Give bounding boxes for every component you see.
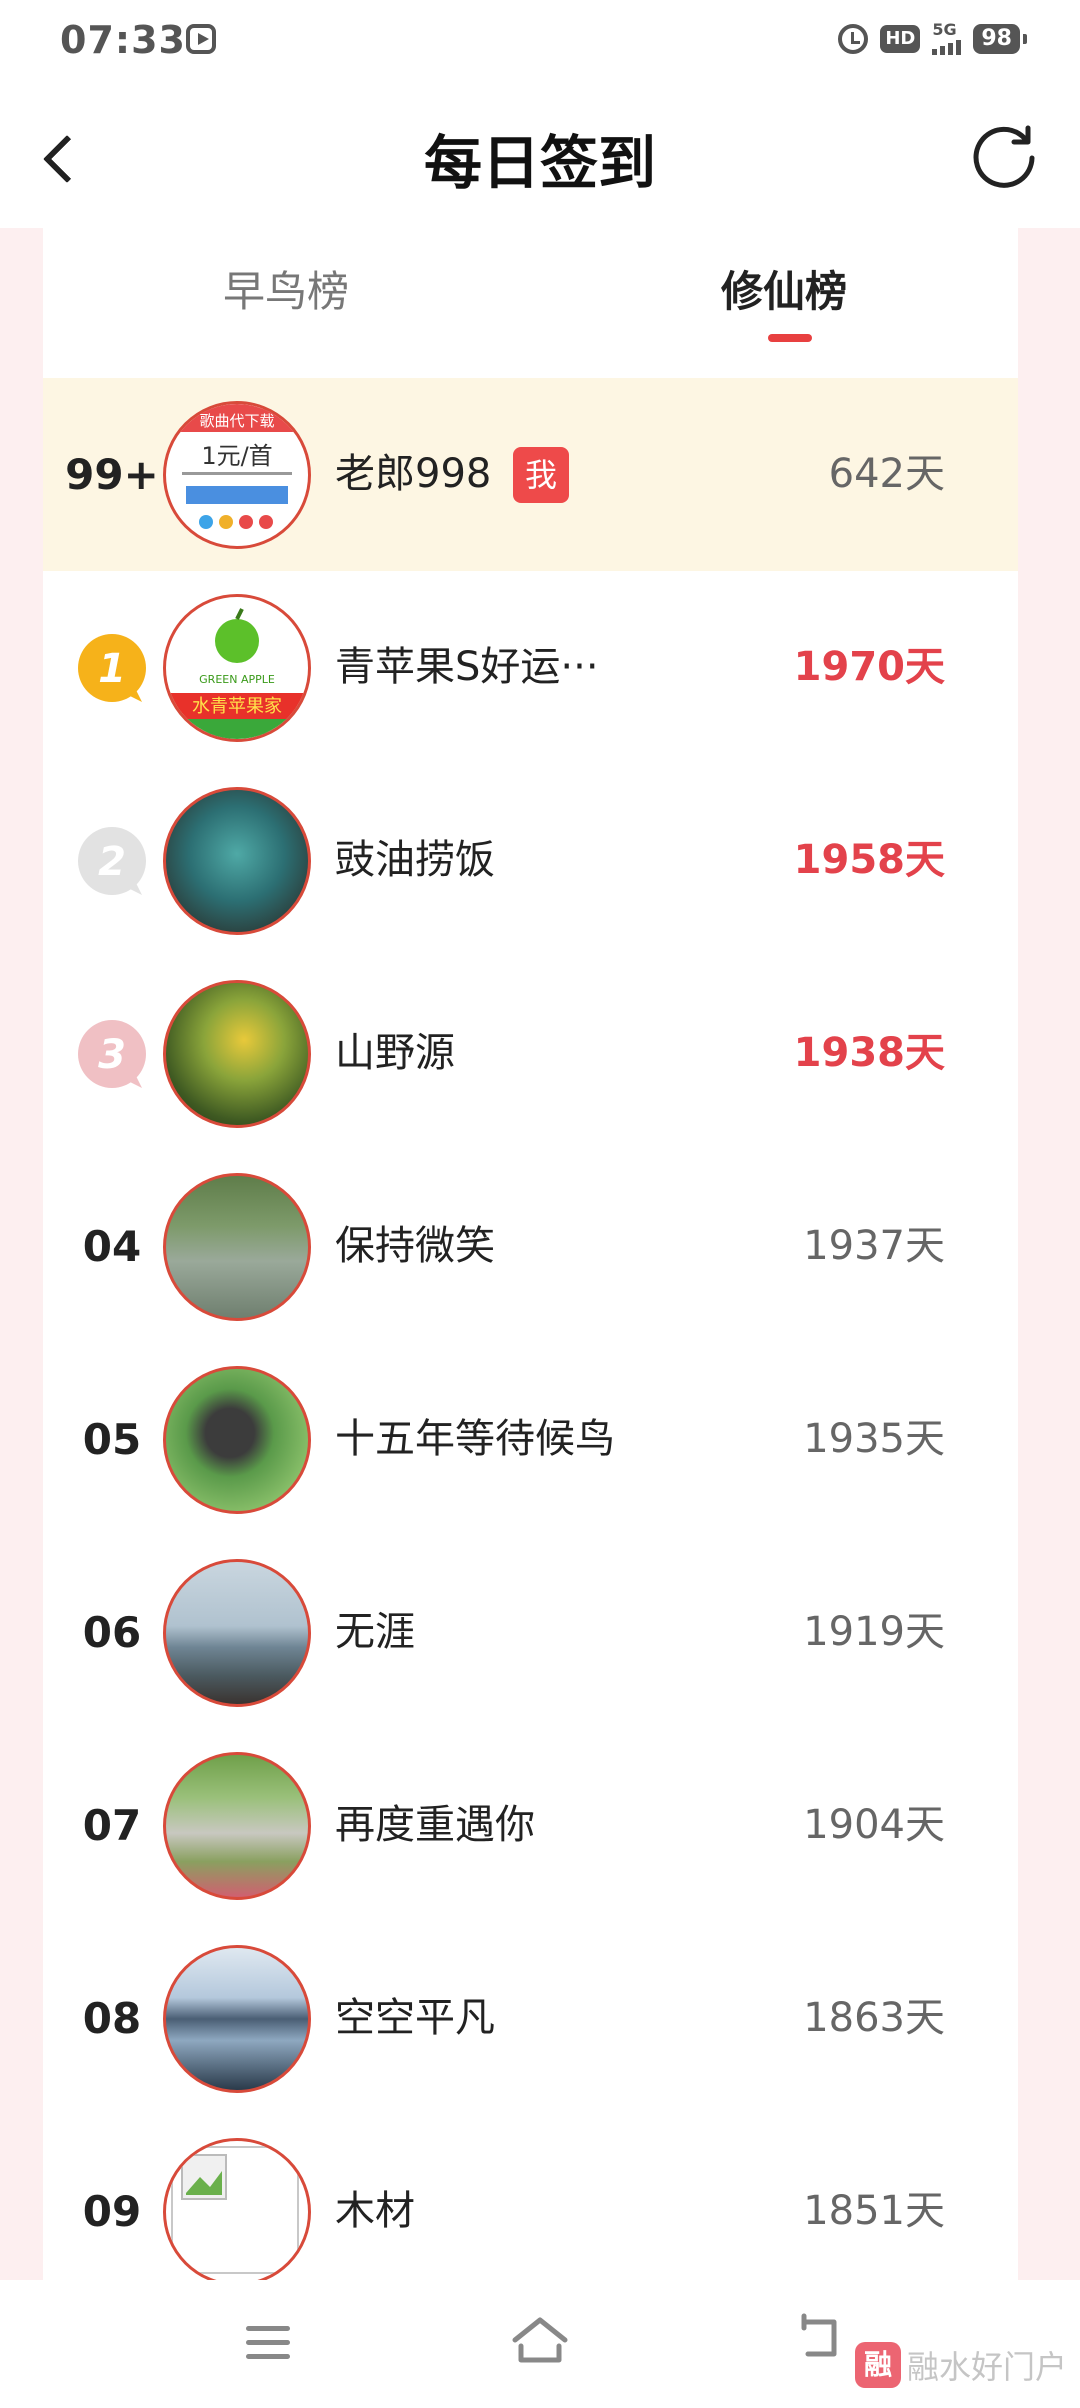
sign-in-days: 1935天: [803, 1416, 945, 1462]
leaderboard-row[interactable]: 05 十五年等待候鸟 1935天: [43, 1343, 1018, 1536]
leaderboard-row[interactable]: 2 豉油捞饭 1958天: [43, 764, 1018, 957]
svg-text:1: 1: [98, 646, 126, 692]
menu-button[interactable]: [238, 2318, 302, 2370]
leaderboard-row[interactable]: 04 保持微笑 1937天: [43, 1150, 1018, 1343]
tab-immortal[interactable]: 修仙榜: [721, 258, 847, 319]
sign-in-days: 642天: [828, 451, 945, 497]
tab-early-bird[interactable]: 早鸟榜: [223, 258, 349, 319]
rank-number: 06: [82, 1608, 142, 1657]
active-tab-indicator: [768, 334, 812, 342]
home-icon: [512, 2317, 568, 2363]
leaderboard-row[interactable]: 09 木材 1851天: [43, 2115, 1018, 2280]
home-button[interactable]: [505, 2310, 575, 2374]
hd-icon: HD: [880, 24, 921, 53]
battery-icon: 98: [973, 23, 1027, 54]
avatar: GREEN APPLE 水青苹果家: [163, 594, 311, 742]
avatar: [163, 1559, 311, 1707]
leaderboard-row[interactable]: 3 山野源 1938天: [43, 957, 1018, 1150]
svg-text:水青苹果家: 水青苹果家: [192, 696, 282, 717]
return-icon: [801, 2313, 837, 2357]
sign-in-days: 1970天: [793, 644, 945, 690]
svg-text:GREEN APPLE: GREEN APPLE: [199, 673, 275, 686]
user-name: 山野源: [335, 1030, 455, 1076]
avatar-broken-image-icon: [163, 2138, 311, 2280]
watermark-logo: 融: [855, 2342, 901, 2388]
my-rank-row[interactable]: 99+ 歌曲代下载 1元/首 老郎998 我 642天: [43, 378, 1018, 571]
svg-text:1元/首: 1元/首: [201, 442, 272, 470]
user-name: 再度重遇你: [335, 1802, 535, 1848]
avatar: [163, 1752, 311, 1900]
status-time: 07:33: [60, 18, 186, 62]
avatar: 歌曲代下载 1元/首: [163, 401, 311, 549]
tab-bar: 早鸟榜 修仙榜: [43, 228, 1018, 378]
svg-text:2: 2: [98, 839, 126, 885]
sign-in-days: 1904天: [803, 1802, 945, 1848]
status-icons: HD 5G 98: [838, 22, 1027, 55]
back-nav-button[interactable]: [790, 2310, 860, 2374]
leaderboard-row[interactable]: 08 空空平凡 1863天: [43, 1922, 1018, 2115]
sign-in-days: 1919天: [803, 1609, 945, 1655]
user-name: 老郎998: [335, 451, 492, 497]
media-play-icon: [186, 24, 216, 54]
sign-in-days: 1863天: [803, 1995, 945, 2041]
user-name: 木材: [335, 2188, 415, 2234]
sign-in-days: 1938天: [793, 1030, 945, 1076]
user-name: 保持微笑: [335, 1223, 495, 1269]
avatar: [163, 787, 311, 935]
svg-text:歌曲代下载: 歌曲代下载: [199, 412, 274, 430]
leaderboard-row[interactable]: 07 再度重遇你 1904天: [43, 1729, 1018, 1922]
refresh-icon: [973, 125, 1035, 188]
header: 每日签到: [0, 86, 1080, 228]
sign-in-days: 1851天: [803, 2188, 945, 2234]
user-name: 青苹果S好运···: [335, 644, 599, 690]
alarm-icon: [838, 23, 869, 54]
gold-medal-icon: 1: [76, 632, 148, 704]
sign-in-days: 1937天: [803, 1223, 945, 1269]
rank-number: 08: [82, 1994, 142, 2043]
avatar: [163, 980, 311, 1128]
status-bar: 07:33 HD 5G 98: [0, 0, 1080, 86]
leaderboard-row[interactable]: 1 GREEN APPLE 水青苹果家 青苹果S好运··· 1970天: [43, 571, 1018, 764]
user-name: 豉油捞饭: [335, 837, 495, 883]
rank-number: 99+: [65, 450, 159, 499]
bronze-medal-icon: 3: [76, 1018, 148, 1090]
leaderboard-row[interactable]: 06 无涯 1919天: [43, 1536, 1018, 1729]
svg-text:3: 3: [98, 1032, 126, 1078]
rank-number: 05: [82, 1415, 142, 1464]
refresh-button[interactable]: [968, 118, 1044, 194]
watermark-text: 融水好门户: [907, 2348, 1068, 2386]
me-badge: 我: [513, 447, 569, 503]
user-name: 十五年等待候鸟: [335, 1416, 615, 1462]
avatar: [163, 1366, 311, 1514]
rank-number: 09: [82, 2187, 142, 2236]
user-name: 空空平凡: [335, 1995, 495, 2041]
sign-in-days: 1958天: [793, 837, 945, 883]
rank-number: 07: [82, 1801, 142, 1850]
avatar: [163, 1945, 311, 2093]
leaderboard-card: 早鸟榜 修仙榜 99+ 歌曲代下载 1元/首 老郎998 我 642天 1 GR…: [43, 228, 1018, 2280]
watermark: 融 融水好门户: [855, 2342, 1067, 2388]
avatar: [163, 1173, 311, 1321]
silver-medal-icon: 2: [76, 825, 148, 897]
rank-number: 04: [82, 1222, 142, 1271]
user-name: 无涯: [335, 1609, 415, 1655]
page-title: 每日签到: [423, 129, 656, 197]
signal-icon: 5G: [932, 22, 962, 55]
